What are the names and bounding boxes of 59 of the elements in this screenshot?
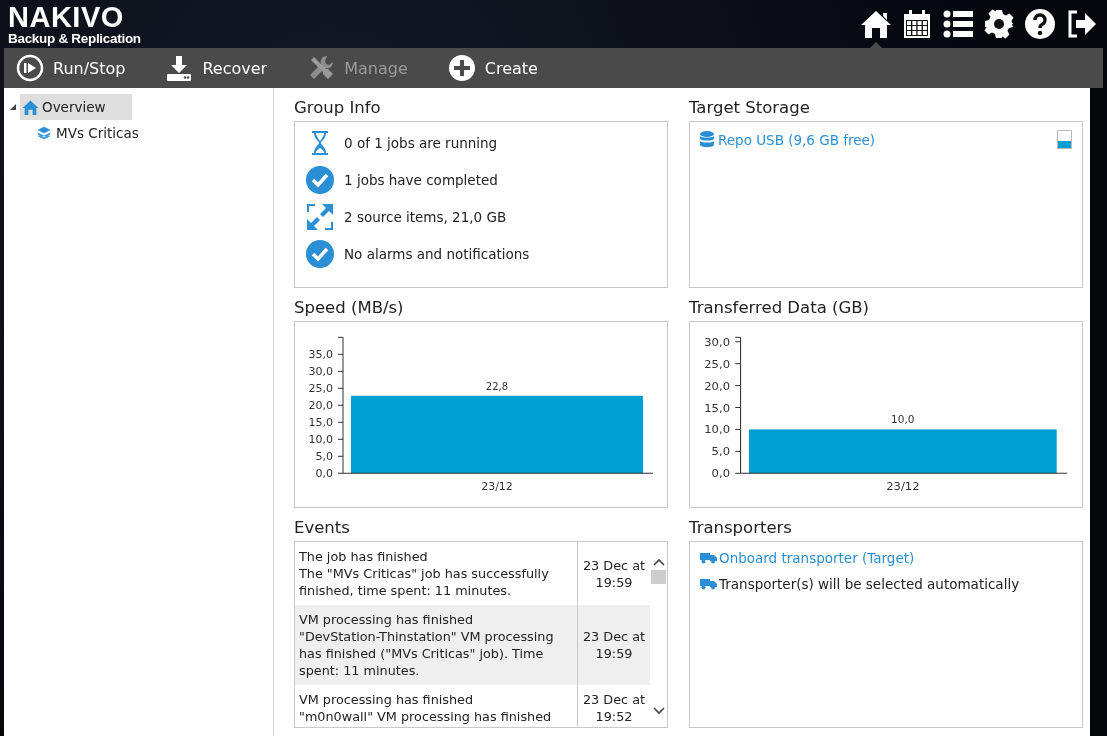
axis-tick-label: 30,0 [308, 365, 333, 379]
tree-item[interactable]: Overview [20, 94, 132, 120]
axis-tick-label: 10,0 [308, 433, 333, 447]
download-icon [165, 54, 194, 82]
toolbar-button[interactable]: Recover [165, 54, 268, 82]
event-message: VM processing has finished "m0n0wall" VM processing has finished [295, 685, 578, 727]
info-text: 1 jobs have completed [344, 172, 498, 188]
section-title: Speed (MB/s) [294, 298, 405, 317]
toolbar-button[interactable]: Run/Stop [16, 54, 126, 82]
section-title: Events [294, 518, 351, 537]
scrollbar-thumb[interactable] [651, 570, 666, 584]
bar-value-label: 10,0 [891, 413, 915, 426]
axis-tick-label: 0,0 [315, 467, 333, 481]
event-time: 23 Dec at 19:59 [581, 556, 646, 592]
bar-value-label: 22,8 [485, 380, 509, 392]
axis-tick-label: 5,0 [315, 450, 333, 464]
scroll-down-icon[interactable] [652, 707, 665, 715]
axis-tick-label: 23/12 [886, 478, 920, 493]
expand-caret-icon[interactable] [9, 103, 17, 111]
truck-icon [700, 578, 717, 590]
axis-tick-label: 15,0 [308, 416, 333, 430]
axis-tick-label: 5,0 [711, 444, 731, 459]
layers-icon [37, 126, 51, 140]
home-icon [22, 99, 39, 115]
event-time: 23 Dec at 19:52 [581, 691, 646, 726]
check-circle-icon [305, 239, 335, 269]
event-message: VM processing has finished "DevStation-Thinstation" VM processing has finished ("MVs Criticas" job). Time spent: 11 minutes. [295, 605, 578, 685]
tree-item[interactable]: MVs Criticas [4, 120, 273, 146]
repository-link[interactable]: Repo USB (9,6 GB free) [718, 131, 876, 148]
axis-tick-label: 23/12 [481, 479, 513, 493]
axis-tick-label: 0,0 [711, 466, 731, 481]
axis-tick-label: 10,0 [704, 422, 731, 437]
section-title: Transporters [689, 518, 793, 537]
info-text: 2 source items, 21,0 GB [344, 209, 507, 225]
toolbar-button[interactable]: Create [447, 54, 538, 82]
transporter-text: Transporter(s) will be selected automatically [719, 576, 1020, 592]
axis-tick-label: 25,0 [704, 356, 731, 371]
event-time: 23 Dec at 19:59 [581, 628, 646, 663]
database-icon [700, 131, 714, 148]
axis-tick-label: 15,0 [704, 400, 731, 415]
play-circle-icon [16, 54, 44, 82]
check-circle-icon [305, 165, 335, 195]
info-text: 0 of 1 jobs are running [344, 135, 498, 151]
section-title: Transferred Data (GB) [689, 298, 870, 317]
axis-tick-label: 30,0 [704, 334, 731, 349]
truck-icon [700, 552, 717, 564]
section-title: Target Storage [689, 98, 811, 117]
scroll-up-icon[interactable] [652, 558, 665, 566]
resize-arrows-icon [305, 202, 335, 232]
section-title: Group Info [294, 98, 382, 117]
plus-circle-icon [447, 54, 476, 82]
logo-title: NAKIVO [8, 2, 125, 32]
transporter-link[interactable]: Onboard transporter (Target) [719, 550, 915, 566]
axis-tick-label: 35,0 [308, 348, 333, 362]
logo-subtitle: Backup & Replication [8, 31, 141, 46]
axis-tick-label: 25,0 [308, 382, 333, 396]
axis-tick-label: 20,0 [308, 399, 333, 413]
axis-tick-label: 20,0 [704, 378, 731, 393]
info-text: No alarms and notifications [344, 246, 530, 262]
